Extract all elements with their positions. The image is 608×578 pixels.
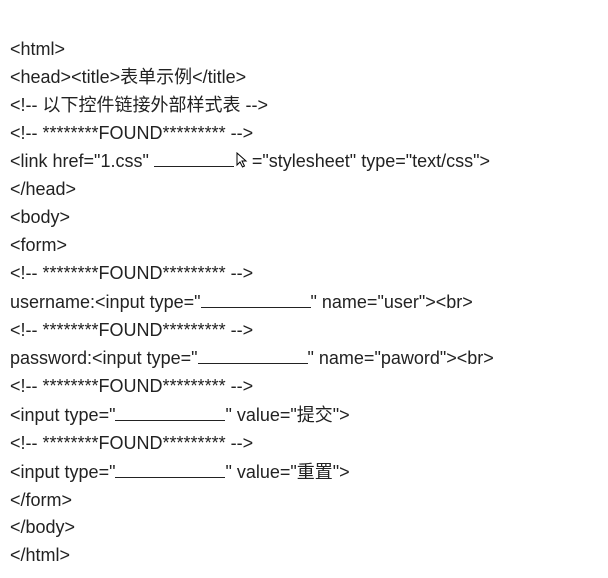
line: <!-- ********FOUND********* --> — [10, 263, 253, 283]
line: <head><title>表单示例</title> — [10, 67, 246, 87]
line: </html> — [10, 545, 70, 565]
blank-username-type[interactable] — [201, 288, 311, 308]
line: <!-- 以下控件链接外部样式表 --> — [10, 95, 268, 115]
line: </form> — [10, 490, 72, 510]
line: <html> — [10, 39, 65, 59]
line: </body> — [10, 517, 75, 537]
line: <!-- ********FOUND********* --> — [10, 320, 253, 340]
line: <link href="1.css" ="stylesheet" type="t… — [10, 151, 490, 171]
line: <body> — [10, 207, 70, 227]
cursor-icon — [236, 152, 250, 170]
line: </head> — [10, 179, 76, 199]
blank-password-type[interactable] — [198, 344, 308, 364]
blank-link-attr[interactable] — [154, 147, 234, 167]
code-block: <html> <head><title>表单示例</title> <!-- 以下… — [10, 8, 598, 570]
line: <input type="" value="重置"> — [10, 462, 350, 482]
line: <!-- ********FOUND********* --> — [10, 433, 253, 453]
blank-submit-type[interactable] — [115, 401, 225, 421]
line: <form> — [10, 235, 67, 255]
line: <input type="" value="提交"> — [10, 405, 350, 425]
line: <!-- ********FOUND********* --> — [10, 376, 253, 396]
line: username:<input type="" name="user"><br> — [10, 292, 473, 312]
blank-reset-type[interactable] — [115, 458, 225, 478]
line: password:<input type="" name="paword"><b… — [10, 348, 494, 368]
line: <!-- ********FOUND********* --> — [10, 123, 253, 143]
